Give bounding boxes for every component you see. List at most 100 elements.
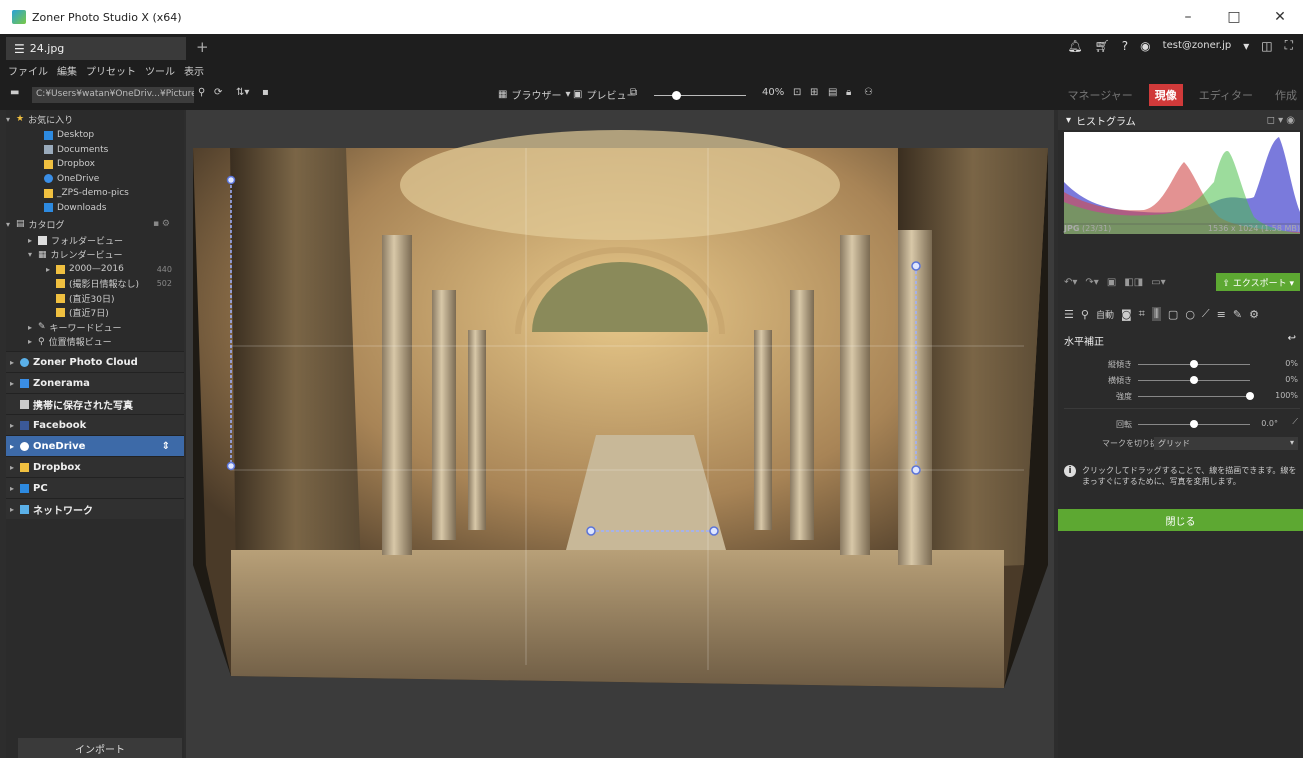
- straighten-icon[interactable]: ⟋: [1292, 417, 1298, 427]
- minimize-button[interactable]: –: [1165, 0, 1211, 34]
- expand-arrow-icon[interactable]: ▸: [10, 358, 20, 367]
- expand-arrow-icon[interactable]: ▸: [10, 442, 20, 451]
- help-icon[interactable]: ?: [1122, 39, 1128, 53]
- histogram-header[interactable]: ▾ ヒストグラム ◻ ▾ ◉: [1058, 110, 1303, 130]
- collapse-arrow-icon[interactable]: ▾: [6, 220, 16, 229]
- favorite-documents[interactable]: Documents: [6, 143, 184, 158]
- mode-manager[interactable]: マネージャー: [1062, 84, 1139, 106]
- grid-view-icon[interactable]: ⊞: [810, 87, 818, 98]
- source-dropbox[interactable]: ▸ Dropbox: [6, 456, 184, 477]
- layers-icon[interactable]: ≡: [1217, 308, 1226, 321]
- slider-knob[interactable]: [1190, 376, 1198, 384]
- slider-track[interactable]: [1138, 396, 1250, 397]
- location-view[interactable]: ▸ ⚲ 位置情報ビュー: [6, 335, 184, 350]
- calendar-no-date[interactable]: (撮影日情報なし) 502: [6, 277, 184, 292]
- brush-icon[interactable]: ✎: [1233, 308, 1242, 321]
- chevron-down-icon[interactable]: ▾: [1243, 39, 1249, 53]
- zoom-slider[interactable]: [654, 95, 746, 96]
- strength-slider[interactable]: 強度 100%: [1064, 389, 1300, 403]
- calendar-last30[interactable]: (直近30日): [6, 291, 184, 306]
- expand-arrow-icon[interactable]: ▸: [10, 421, 20, 430]
- menu-edit[interactable]: 編集: [57, 63, 77, 78]
- catalog-header[interactable]: ▾ ▤ カタログ ▪ ⚙: [6, 215, 184, 233]
- vertical-tilt-slider[interactable]: 縦傾き 0%: [1064, 357, 1300, 371]
- sort-arrows-icon[interactable]: ⇕: [162, 441, 170, 452]
- zoom-tool-icon[interactable]: ⚲: [1081, 308, 1089, 321]
- account-email[interactable]: test@zoner.jp: [1163, 40, 1232, 51]
- preview-button[interactable]: ▣ プレビュー: [573, 87, 636, 102]
- filter-icon[interactable]: ▢: [1168, 308, 1178, 321]
- gradient-icon[interactable]: ⟋: [1202, 307, 1210, 321]
- favorite-onedrive[interactable]: OneDrive: [6, 172, 184, 187]
- favorite-dropbox[interactable]: Dropbox: [6, 157, 184, 172]
- maximize-button[interactable]: □: [1211, 0, 1257, 34]
- tab-24jpg[interactable]: ☰ 24.jpg: [6, 37, 186, 60]
- calendar-view[interactable]: ▾ ▦ カレンダービュー: [6, 248, 184, 263]
- open-external-icon[interactable]: ⧉: [630, 87, 637, 98]
- rotation-slider[interactable]: 回転 0.0° ⟋: [1064, 417, 1300, 431]
- person-icon[interactable]: ⚇: [864, 87, 873, 98]
- perspective-icon[interactable]: ⫼: [1151, 307, 1161, 321]
- expand-arrow-icon[interactable]: ▸: [28, 337, 38, 346]
- browser-button[interactable]: ▦ ブラウザー ▾: [498, 87, 570, 102]
- gear-icon[interactable]: ⚙: [1249, 308, 1259, 321]
- expand-arrow-icon[interactable]: ▸: [10, 379, 20, 388]
- source-facebook[interactable]: ▸ Facebook: [6, 414, 184, 435]
- expand-arrow-icon[interactable]: ▸: [28, 236, 38, 245]
- compare-icon[interactable]: ▣: [1107, 277, 1116, 288]
- close-panel-button[interactable]: 閉じる: [1058, 509, 1303, 531]
- photo-view[interactable]: [186, 110, 1054, 758]
- expand-arrow-icon[interactable]: ▸: [10, 484, 20, 493]
- mode-create[interactable]: 作成: [1269, 84, 1303, 106]
- horizontal-tilt-slider[interactable]: 横傾き 0%: [1064, 373, 1300, 387]
- favorite-downloads[interactable]: Downloads: [6, 201, 184, 216]
- camera-icon[interactable]: ◙: [1121, 308, 1132, 321]
- source-onedrive[interactable]: ▸ OneDrive ⇕: [6, 435, 184, 456]
- slider-knob[interactable]: [1190, 420, 1198, 428]
- before-after-icon[interactable]: ◧◨: [1124, 277, 1143, 288]
- menu-tools[interactable]: ツール: [145, 63, 175, 78]
- fit-icon[interactable]: ⊡: [793, 87, 801, 98]
- source-network[interactable]: ▸ ネットワーク: [6, 498, 184, 519]
- collapse-arrow-icon[interactable]: ▾: [6, 115, 16, 124]
- source-phone-photos[interactable]: 携帯に保存された写真: [6, 393, 184, 414]
- menu-file[interactable]: ファイル: [8, 63, 48, 78]
- calendar-years[interactable]: ▸ 2000—2016 440: [6, 262, 184, 277]
- calendar-last7[interactable]: (直近7日): [6, 306, 184, 321]
- collapse-arrow-icon[interactable]: ▾: [28, 250, 38, 259]
- refresh-icon[interactable]: ⟳: [214, 87, 222, 98]
- auto-button[interactable]: 自動: [1096, 308, 1114, 321]
- keyword-view[interactable]: ▸ ✎ キーワードビュー: [6, 320, 184, 335]
- lock-icon[interactable]: 🔒︎: [846, 87, 851, 98]
- export-button[interactable]: ⇪ エクスポート ▾: [1216, 273, 1300, 291]
- expand-arrow-icon[interactable]: ▸: [10, 505, 20, 514]
- hamburger-menu-icon[interactable]: ☰: [14, 42, 25, 56]
- collapse-arrow-icon[interactable]: ▾: [1066, 115, 1071, 126]
- menu-view[interactable]: 表示: [184, 63, 204, 78]
- import-button[interactable]: インポート: [18, 738, 182, 758]
- bell-icon[interactable]: 🔔︎: [1067, 39, 1082, 53]
- cart-icon[interactable]: 🛒︎: [1095, 39, 1110, 53]
- compare-icon[interactable]: ▤: [828, 87, 837, 98]
- catalog-settings-icon[interactable]: ▪ ⚙: [153, 219, 170, 229]
- folder-icon[interactable]: ▬: [10, 87, 19, 98]
- fullscreen-icon[interactable]: ⛶: [1285, 38, 1293, 53]
- mode-develop[interactable]: 現像: [1148, 84, 1183, 106]
- zoom-slider-knob[interactable]: [672, 91, 682, 100]
- histogram-options-icon[interactable]: ◻ ▾ ◉: [1267, 115, 1295, 126]
- slider-knob[interactable]: [1190, 360, 1198, 368]
- close-window-button[interactable]: ✕: [1257, 0, 1303, 34]
- path-input[interactable]: C:¥Users¥watan¥OneDriv...¥Pictures: [32, 87, 194, 103]
- favorites-header[interactable]: ▾ ★ お気に入り: [6, 110, 184, 128]
- crop-icon[interactable]: ⌗: [1139, 307, 1145, 321]
- expand-arrow-icon[interactable]: ▸: [10, 463, 20, 472]
- mode-editor[interactable]: エディター: [1193, 84, 1259, 106]
- folder-view[interactable]: ▸ フォルダービュー: [6, 233, 184, 248]
- source-zonerama[interactable]: ▸ Zonerama: [6, 372, 184, 393]
- slider-knob[interactable]: [1246, 392, 1254, 400]
- undo-icon[interactable]: ↶▾: [1064, 277, 1077, 288]
- mark-select[interactable]: グリッド ▾: [1154, 437, 1298, 450]
- user-icon[interactable]: ◉: [1140, 39, 1150, 53]
- expand-arrow-icon[interactable]: ▸: [46, 265, 56, 274]
- reset-arrow-icon[interactable]: ↩: [1288, 333, 1296, 344]
